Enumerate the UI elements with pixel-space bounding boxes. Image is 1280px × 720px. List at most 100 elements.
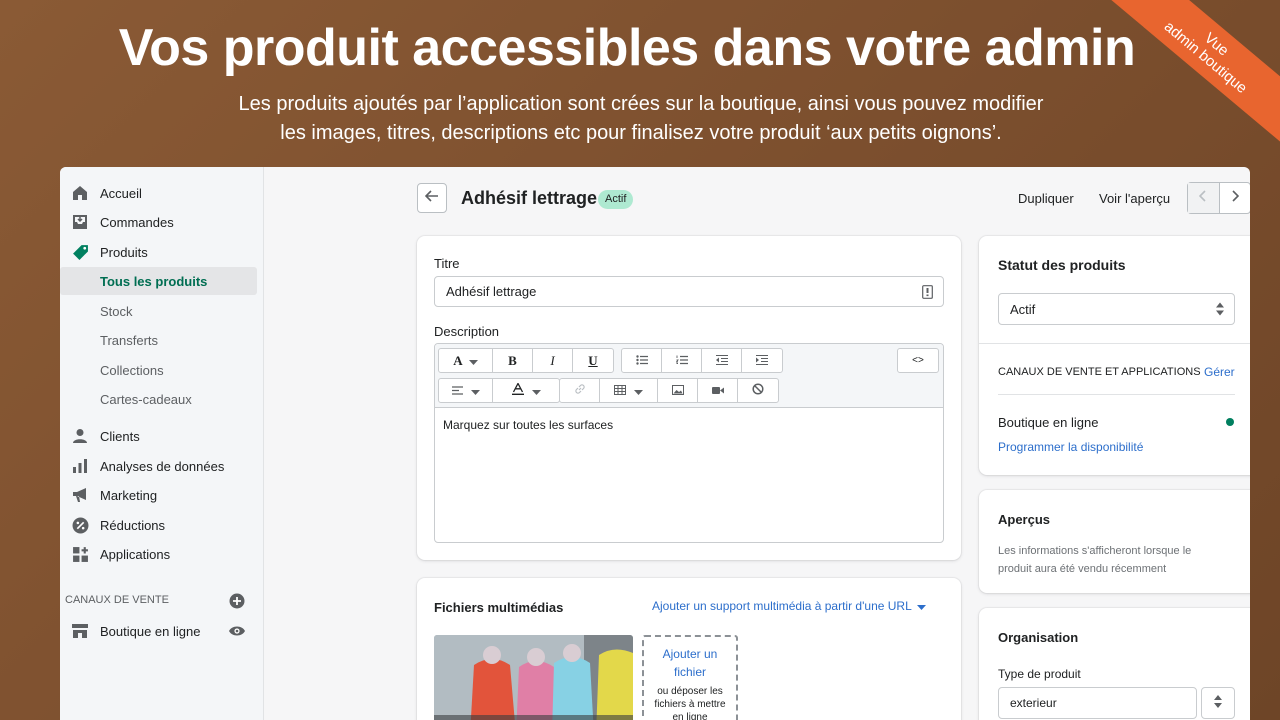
manage-channels-link[interactable]: Gérer bbox=[1204, 365, 1235, 379]
sidebar-item-marketing[interactable]: Marketing bbox=[60, 481, 257, 509]
organisation-heading: Organisation bbox=[998, 630, 1079, 645]
preview-button[interactable]: Voir l'aperçu bbox=[1099, 191, 1170, 206]
link-button[interactable] bbox=[560, 379, 600, 402]
list-group bbox=[621, 348, 783, 373]
status-dot-icon bbox=[1226, 418, 1234, 426]
title-input[interactable]: Adhésif lettrage bbox=[434, 276, 944, 307]
add-media-url-label: Ajouter un support multimédia à partir d… bbox=[652, 599, 912, 613]
alignment-color-group bbox=[438, 378, 560, 403]
sidebar-item-label: Réductions bbox=[100, 517, 166, 533]
italic-button[interactable]: I bbox=[533, 349, 573, 372]
select-arrows-icon bbox=[1216, 302, 1224, 316]
sidebar-item-label: Applications bbox=[100, 546, 171, 562]
product-type-label: Type de produit bbox=[998, 667, 1081, 681]
underline-button[interactable]: U bbox=[573, 349, 613, 372]
file-dropzone[interactable]: Ajouter un fichier ou déposer les fichie… bbox=[642, 635, 738, 720]
code-view-button[interactable]: <> bbox=[898, 349, 938, 372]
sidebar-item-transferts[interactable]: Transferts bbox=[60, 326, 257, 354]
code-group: <> bbox=[897, 348, 939, 373]
sidebar-item-applications[interactable]: Applications bbox=[60, 540, 257, 568]
clear-format-button[interactable] bbox=[738, 379, 778, 402]
person-icon bbox=[60, 428, 100, 444]
image-icon bbox=[671, 383, 684, 398]
caret-down-icon bbox=[634, 383, 643, 398]
hero-subtitle-line-1: Les produits ajoutés par l’application s… bbox=[238, 93, 1044, 115]
duplicate-button[interactable]: Dupliquer bbox=[1018, 191, 1074, 206]
megaphone-icon bbox=[60, 487, 100, 503]
bullet-list-button[interactable] bbox=[622, 349, 662, 372]
admin-window: Accueil Commandes Produits Tous les prod… bbox=[60, 167, 1250, 720]
arrow-left-icon bbox=[424, 189, 439, 207]
sidebar: Accueil Commandes Produits Tous les prod… bbox=[60, 167, 264, 720]
sidebar-item-cartes-cadeaux[interactable]: Cartes-cadeaux bbox=[60, 385, 257, 413]
add-channel-icon[interactable] bbox=[229, 593, 245, 614]
align-left-icon bbox=[451, 383, 463, 398]
sidebar-item-reductions[interactable]: Réductions bbox=[60, 511, 257, 539]
video-camera-icon bbox=[711, 383, 724, 398]
status-badge: Actif bbox=[598, 190, 634, 209]
numbered-list-button[interactable] bbox=[662, 349, 702, 372]
indent-icon bbox=[756, 353, 768, 368]
description-label: Description bbox=[434, 324, 500, 339]
sidebar-item-commandes[interactable]: Commandes bbox=[60, 208, 257, 236]
product-type-input[interactable]: exterieur bbox=[998, 687, 1197, 719]
channel-name: Boutique en ligne bbox=[998, 415, 1099, 430]
channels-heading: CANAUX DE VENTE ET APPLICATIONS bbox=[998, 366, 1201, 378]
hero-subtitle-line-2: les images, titres, descriptions etc pou… bbox=[280, 122, 1002, 144]
hero-title: Vos produit accessibles dans votre admin bbox=[118, 19, 1136, 77]
media-heading: Fichiers multimédias bbox=[434, 600, 564, 615]
chevron-left-icon bbox=[1199, 189, 1207, 207]
font-style-button[interactable]: A bbox=[439, 349, 493, 372]
image-button[interactable] bbox=[658, 379, 698, 402]
drop-hint-line-2: fichiers à mettre bbox=[654, 699, 726, 710]
sidebar-item-label: Stock bbox=[100, 303, 133, 319]
outdent-button[interactable] bbox=[702, 349, 742, 372]
sidebar-item-label: Transferts bbox=[100, 332, 159, 348]
product-image[interactable] bbox=[434, 635, 633, 720]
sidebar-item-label: Commandes bbox=[100, 214, 174, 230]
insert-group bbox=[559, 378, 779, 403]
sidebar-item-stock[interactable]: Stock bbox=[60, 297, 257, 325]
text-color-button[interactable] bbox=[493, 379, 559, 402]
select-arrows-icon bbox=[1214, 695, 1222, 711]
sidebar-item-analyses[interactable]: Analyses de données bbox=[60, 452, 257, 480]
autofill-icon bbox=[922, 285, 933, 302]
sidebar-item-boutique-en-ligne[interactable]: Boutique en ligne bbox=[60, 617, 257, 645]
main-content: Adhésif lettrage Actif Dupliquer Voir l'… bbox=[265, 167, 1250, 720]
insights-card: Aperçus Les informations s'afficheront l… bbox=[979, 490, 1250, 593]
next-button[interactable] bbox=[1220, 183, 1251, 213]
numbered-list-icon bbox=[675, 353, 688, 368]
caret-down-icon bbox=[531, 383, 541, 398]
description-text[interactable]: Marquez sur toutes les surfaces bbox=[443, 418, 613, 432]
editor-toolbar: A B I U <> bbox=[435, 344, 943, 408]
back-button[interactable] bbox=[417, 183, 447, 213]
orders-icon bbox=[60, 214, 100, 230]
sidebar-item-label: Accueil bbox=[100, 185, 142, 201]
status-select[interactable]: Actif bbox=[998, 293, 1235, 325]
sidebar-item-collections[interactable]: Collections bbox=[60, 356, 257, 384]
sidebar-item-produits[interactable]: Produits bbox=[60, 238, 257, 266]
bold-button[interactable]: B bbox=[493, 349, 533, 372]
sidebar-item-label: Cartes-cadeaux bbox=[100, 391, 192, 407]
bar-chart-icon bbox=[60, 458, 100, 474]
insights-text-line-1: Les informations s'afficheront lorsque l… bbox=[998, 545, 1192, 557]
sidebar-item-tous-les-produits[interactable]: Tous les produits bbox=[60, 267, 257, 295]
discount-icon bbox=[60, 517, 100, 534]
table-button[interactable] bbox=[600, 379, 658, 402]
title-input-value: Adhésif lettrage bbox=[446, 284, 537, 299]
sidebar-item-clients[interactable]: Clients bbox=[60, 422, 257, 450]
product-type-dropdown[interactable] bbox=[1201, 687, 1235, 719]
add-file-link[interactable]: Ajouter un fichier bbox=[644, 645, 736, 681]
video-button[interactable] bbox=[698, 379, 738, 402]
indent-button[interactable] bbox=[742, 349, 782, 372]
sidebar-item-accueil[interactable]: Accueil bbox=[60, 179, 257, 207]
add-media-url-link[interactable]: Ajouter un support multimédia à partir d… bbox=[652, 599, 926, 613]
organisation-card: Organisation Type de produit exterieur bbox=[979, 608, 1250, 720]
previous-button[interactable] bbox=[1188, 183, 1220, 213]
schedule-availability-link[interactable]: Programmer la disponibilité bbox=[998, 440, 1143, 454]
align-button[interactable] bbox=[439, 379, 493, 402]
sidebar-item-label: Boutique en ligne bbox=[100, 623, 201, 639]
eye-icon[interactable] bbox=[229, 624, 245, 642]
apps-icon bbox=[60, 546, 100, 563]
status-heading: Statut des produits bbox=[998, 257, 1126, 273]
